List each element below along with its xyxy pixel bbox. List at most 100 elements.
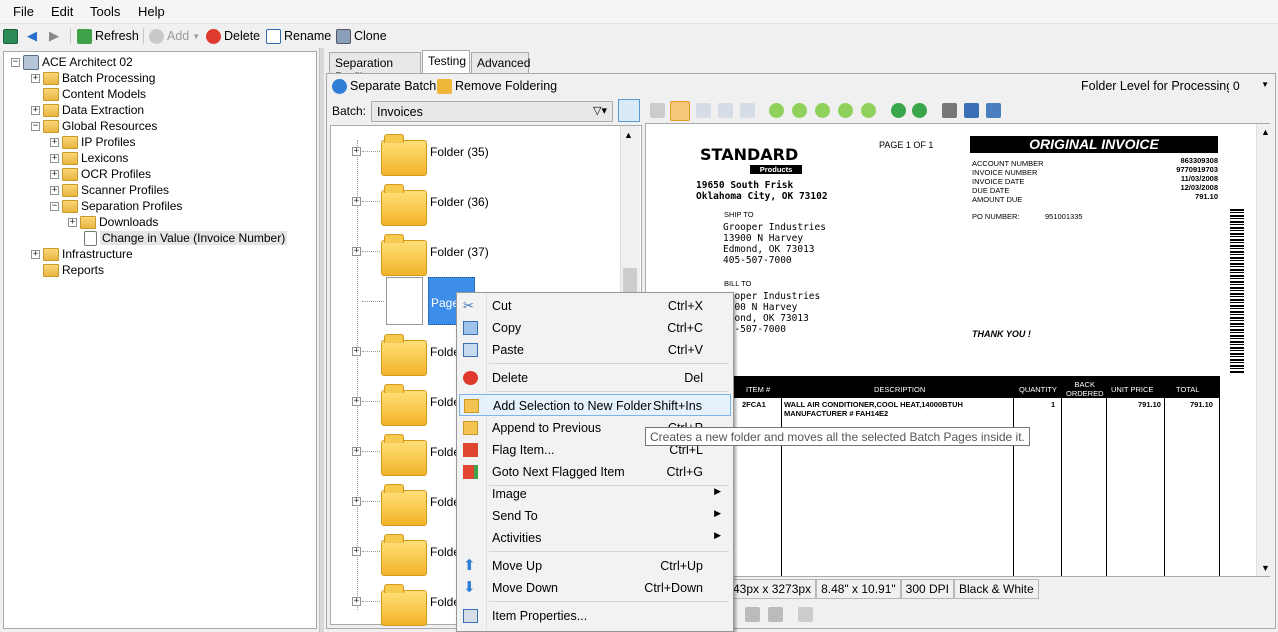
tree-node-scanner-profiles[interactable]: + Scanner Profiles [50,182,169,198]
expand-toggle[interactable]: + [352,597,361,606]
row-quantity: 1 [1051,400,1056,409]
tree-node-lexicons[interactable]: + Lexicons [50,150,128,166]
save-icon[interactable] [964,103,979,118]
folder-icon [62,167,78,181]
tree-node-data-extraction[interactable]: + Data Extraction [31,102,144,118]
expand-toggle[interactable]: + [352,547,361,556]
tree-node-infrastructure[interactable]: + Infrastructure [31,246,133,262]
menu-item-image[interactable]: Image ▶ [459,483,731,505]
submenu-arrow-icon: ▶ [714,530,721,540]
invoice-brand: STANDARD [700,145,799,164]
folder-icon[interactable] [381,434,427,476]
expand-toggle[interactable]: + [352,147,361,156]
menu-item-delete[interactable]: Delete Del [459,367,731,389]
undo-icon[interactable] [798,607,813,622]
settings-tools-icon[interactable] [986,103,1001,118]
menu-item-goto-next-flagged[interactable]: Goto Next Flagged Item Ctrl+G [459,461,731,483]
invoice-fields-right: 863309308 9770919703 11/03/2008 12/03/20… [1176,156,1218,201]
pointer-icon[interactable] [650,103,665,118]
menu-help[interactable]: Help [138,4,165,19]
zoom-actual-icon[interactable] [815,103,830,118]
expand-toggle[interactable]: + [352,197,361,206]
tab-advanced[interactable]: Advanced [471,52,530,73]
folder-icon [43,87,59,101]
tab-separation-profile[interactable]: Separation Profile [329,52,421,84]
folder-icon[interactable] [381,234,427,276]
tree-node-reports[interactable]: Reports [43,262,104,278]
tree-view-icon[interactable] [3,27,18,45]
tree-node-ocr-profiles[interactable]: + OCR Profiles [50,166,151,182]
menu-item-copy[interactable]: Copy Ctrl+C [459,317,731,339]
rotate-left-icon[interactable] [891,103,906,118]
expand-toggle[interactable]: + [352,347,361,356]
crop-icon[interactable] [745,607,760,622]
menu-file[interactable]: File [13,4,34,19]
page-thumbnail[interactable] [386,277,423,325]
rename-button[interactable]: Rename [266,27,331,45]
tree-node-batch-processing[interactable]: + Batch Processing [31,70,155,86]
folder-icon[interactable] [381,334,427,376]
folder-label[interactable]: Folder (35) [430,145,489,159]
tree-node-ip-profiles[interactable]: + IP Profiles [50,134,135,150]
folder-label[interactable]: Folder (36) [430,195,489,209]
menu-item-move-up[interactable]: ⬆ Move Up Ctrl+Up [459,555,731,577]
viewer-scrollbar[interactable]: ▲ ▼ [1256,124,1273,576]
tree-node-global-resources[interactable]: − Global Resources [31,118,157,134]
zoom-in-icon[interactable] [769,103,784,118]
tree-node-separation-profiles[interactable]: − Separation Profiles [50,198,182,214]
menu-tools[interactable]: Tools [90,4,120,19]
rotate-right-icon[interactable] [912,103,927,118]
expand-toggle[interactable]: + [352,497,361,506]
tab-testing[interactable]: Testing [422,50,470,74]
tree-node-content-models[interactable]: Content Models [43,86,146,102]
tree-node-change-in-value[interactable]: Change in Value (Invoice Number) [84,230,288,246]
menu-item-send-to[interactable]: Send To ▶ [459,505,731,527]
zoom-out-icon[interactable] [792,103,807,118]
batch-view-icon[interactable] [618,99,640,122]
menu-item-paste[interactable]: Paste Ctrl+V [459,339,731,361]
folder-icon[interactable] [381,384,427,426]
folder-icon[interactable] [381,134,427,176]
menu-item-activities[interactable]: Activities ▶ [459,527,731,549]
folder-level-label: Folder Level for Processing: [1081,79,1237,93]
tree-node-downloads[interactable]: + Downloads [68,214,158,230]
back-arrow-icon[interactable]: ◀ [27,27,37,45]
zoom-fit-icon[interactable] [838,103,853,118]
add-button[interactable]: Add ▼ [149,27,200,45]
document-icon [84,230,97,246]
refresh-button[interactable]: Refresh [77,27,139,45]
row-total: 791.10 [1190,400,1213,409]
folder-icon[interactable] [381,184,427,226]
menu-item-properties[interactable]: Item Properties... [459,605,731,627]
menu-item-cut[interactable]: ✂ Cut Ctrl+X [459,295,731,317]
forward-arrow-icon[interactable]: ▶ [49,27,59,45]
menu-item-add-selection-to-new-folder[interactable]: Add Selection to New Folder Shift+Ins [459,394,731,416]
expand-toggle[interactable]: + [352,397,361,406]
zoom-region-icon[interactable] [718,103,733,118]
pan-hand-icon[interactable] [670,101,690,121]
zoom-width-icon[interactable] [861,103,876,118]
folder-level-select[interactable]: 0 ▼ [1229,77,1273,96]
expand-toggle[interactable]: + [352,247,361,256]
panel-splitter[interactable] [319,48,324,632]
remove-foldering-button[interactable]: Remove Foldering [437,77,557,95]
page-icon[interactable] [768,607,783,622]
folder-label[interactable]: Folder (37) [430,245,489,259]
menu-item-move-down[interactable]: ⬇ Move Down Ctrl+Down [459,577,731,599]
separate-batch-button[interactable]: Separate Batch [332,77,436,95]
delete-button[interactable]: Delete [206,27,260,45]
batch-select[interactable]: Invoices ▽▾ [371,101,613,122]
folder-icon[interactable] [381,484,427,526]
page-select-icon[interactable] [740,103,755,118]
col-description: DESCRIPTION [874,385,926,394]
menu-edit[interactable]: Edit [51,4,73,19]
select-region-icon[interactable] [696,103,711,118]
folder-icon[interactable] [381,534,427,576]
folder-icon [62,199,78,213]
folder-icon[interactable] [381,584,427,626]
print-icon[interactable] [942,103,957,118]
tree-node-root[interactable]: − ACE Architect 02 [11,54,133,70]
expand-toggle[interactable]: + [352,447,361,456]
rename-icon [266,28,281,44]
clone-button[interactable]: Clone [336,27,387,45]
